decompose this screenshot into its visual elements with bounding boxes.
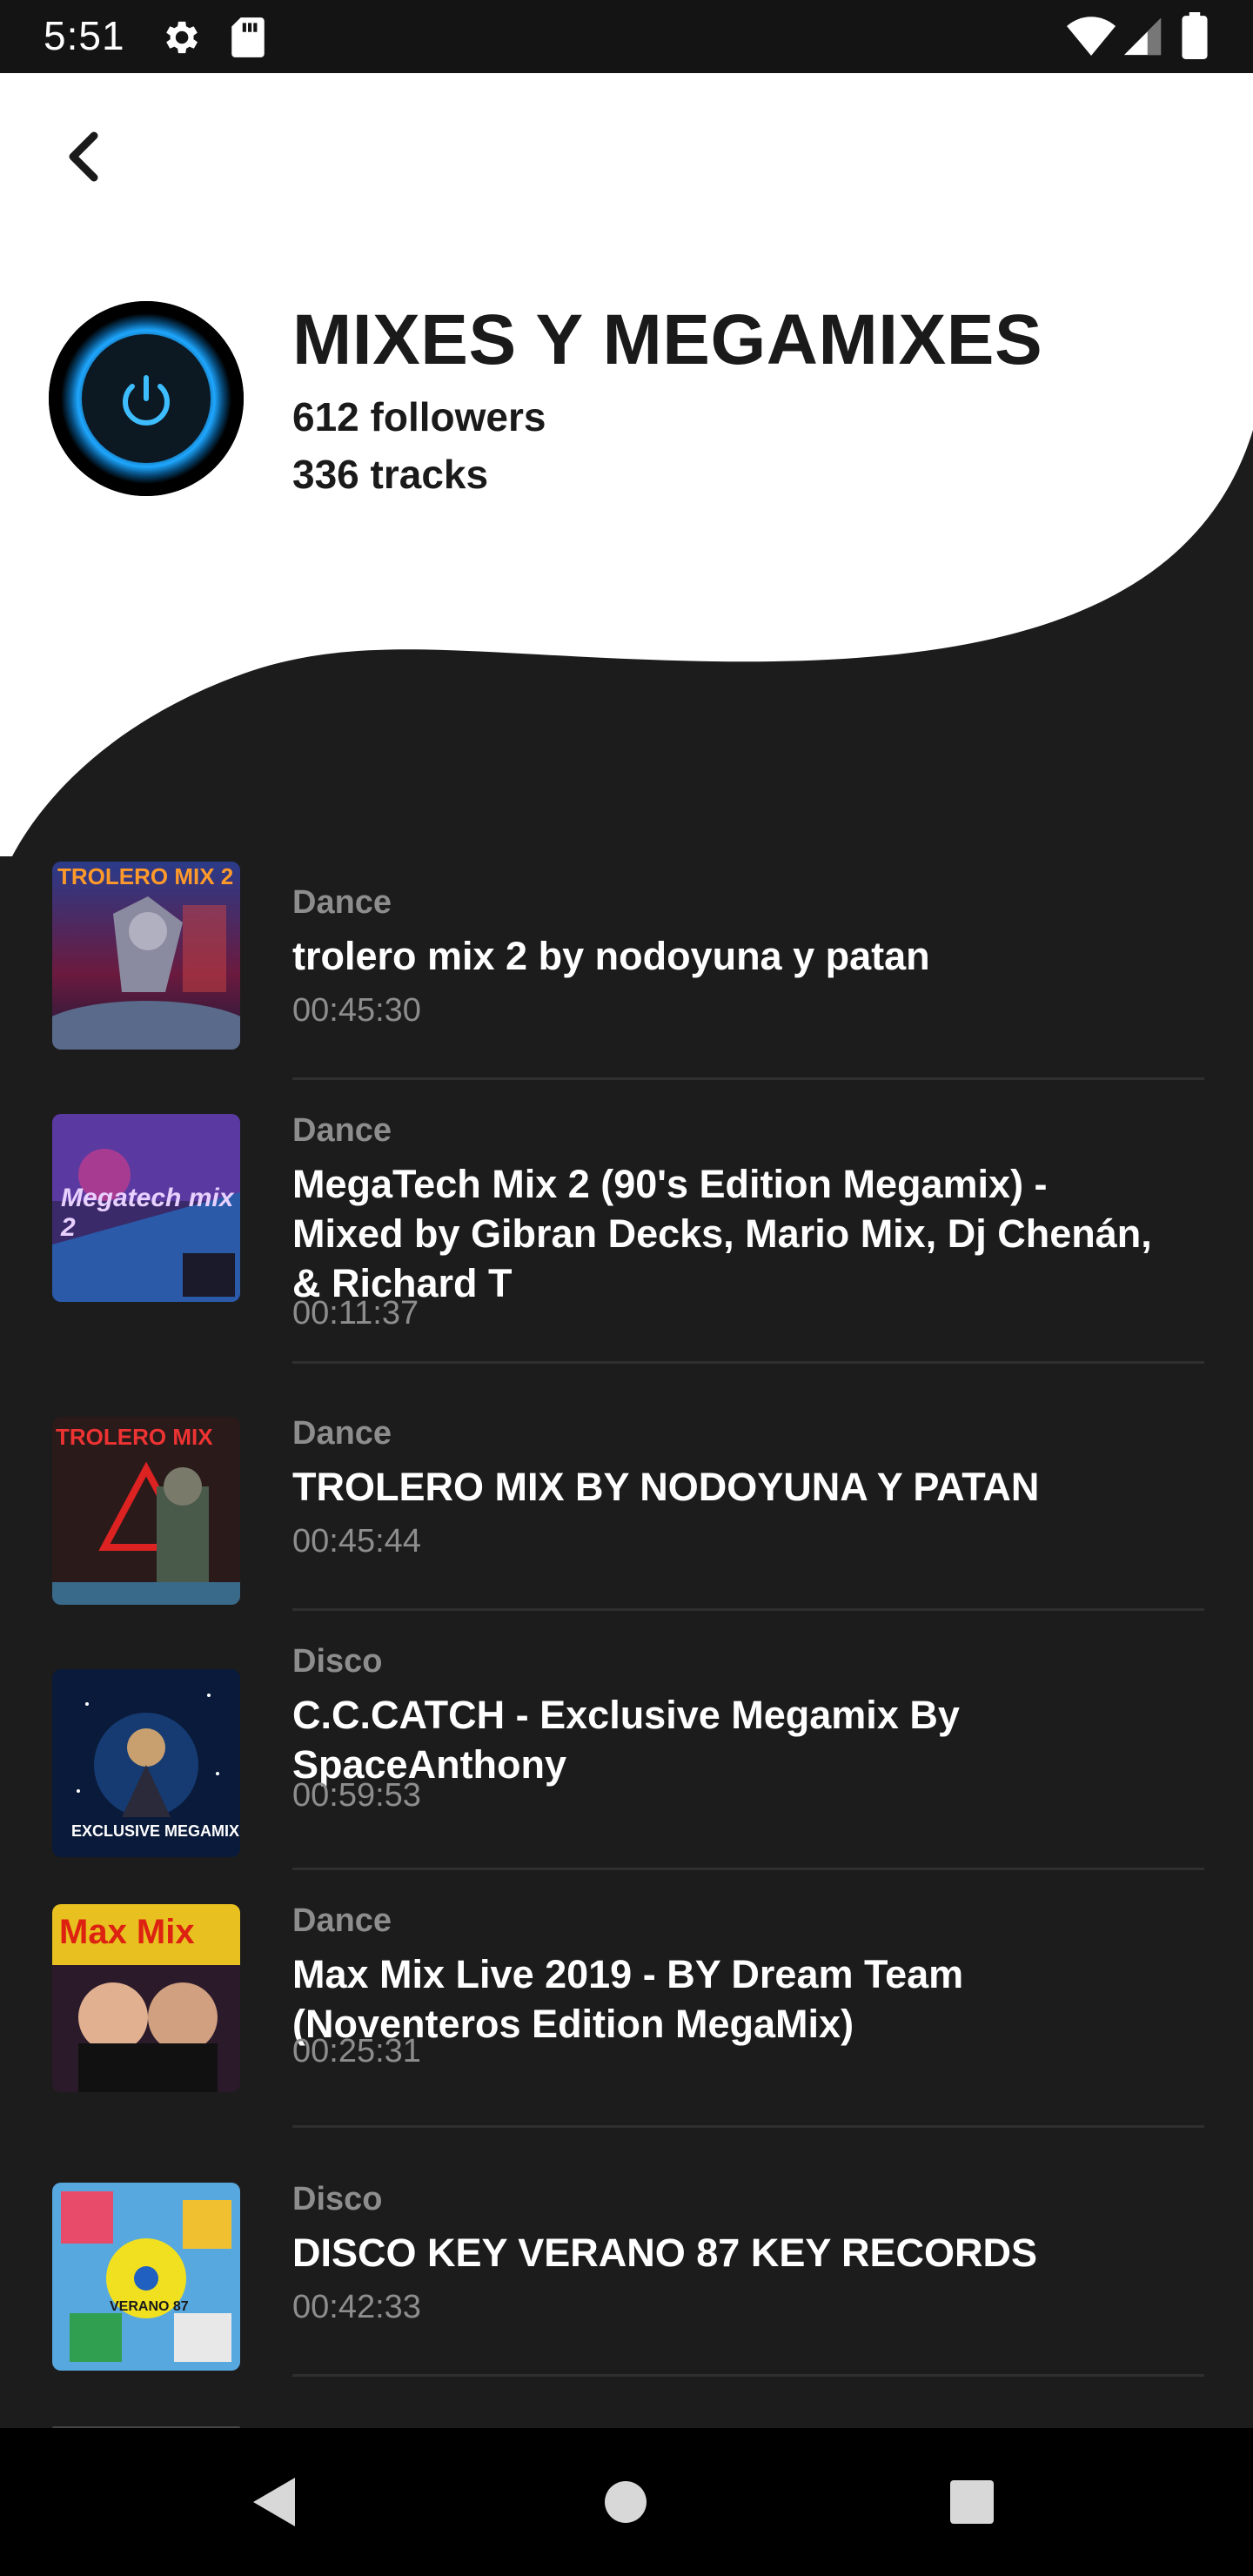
track-duration: 00:45:30 — [292, 992, 421, 1029]
power-button-icon — [49, 301, 244, 496]
track-title: MegaTech Mix 2 (90's Edition Megamix) - … — [292, 1162, 1152, 1305]
track-title: trolero mix 2 by nodoyuna y patan — [292, 934, 930, 978]
thumb-text: Max Mix — [59, 1913, 195, 1951]
track-thumbnail: Megatech mix 2 — [52, 1114, 240, 1302]
track-title: DISCO KEY VERANO 87 KEY RECORDS — [292, 2231, 1038, 2275]
list-item[interactable]: EXCLUSIVE MEGAMIX Disco C.C.CATCH - Excl… — [0, 1610, 1253, 1870]
nav-home-button[interactable] — [586, 2463, 665, 2541]
settings-gear-icon — [158, 16, 202, 64]
track-genre: Disco — [292, 1643, 383, 1680]
wifi-icon — [1067, 16, 1116, 62]
track-title: TROLERO MIX BY NODOYUNA Y PATAN — [292, 1465, 1040, 1509]
thumb-text: TROLERO MIX — [56, 1424, 213, 1450]
tracks-count: 336 tracks — [292, 452, 489, 497]
track-thumbnail: Max Mix — [52, 1904, 240, 2092]
list-item[interactable]: Megatech mix 2 Dance MegaTech Mix 2 (90'… — [0, 1081, 1253, 1387]
track-genre: Dance — [292, 884, 392, 921]
track-duration: 00:45:44 — [292, 1523, 421, 1560]
track-duration: 00:42:33 — [292, 2289, 421, 2325]
back-button[interactable] — [49, 122, 118, 191]
thumb-text: Megatech mix 2 — [61, 1184, 234, 1242]
track-thumbnail: TROLERO MIX 2 — [52, 862, 240, 1050]
track-genre: Disco — [292, 2181, 383, 2217]
battery-icon — [1182, 12, 1208, 64]
track-duration: 00:11:37 — [292, 1295, 419, 1332]
track-thumbnail: EXCLUSIVE MEGAMIX — [52, 1669, 240, 1857]
divider — [292, 2374, 1204, 2377]
circle-home-icon — [605, 2481, 647, 2523]
divider — [292, 1077, 1204, 1080]
track-title: C.C.CATCH - Exclusive Megamix By SpaceAn… — [292, 1693, 960, 1787]
screen: 5:51 MIXES Y MEGAMIXES 612 followers 336… — [0, 0, 1253, 2576]
list-item[interactable]: TROLERO MIX Dance TROLERO MIX BY NODOYUN… — [0, 1363, 1253, 1611]
followers-count: 612 followers — [292, 394, 546, 439]
status-bar: 5:51 — [0, 0, 1253, 73]
navigation-bar — [0, 2428, 1253, 2576]
list-item[interactable]: Max Mix Dance Max Mix Live 2019 - BY Dre… — [0, 1869, 1253, 2128]
thumb-text: TROLERO MIX 2 — [57, 863, 234, 889]
track-genre: Dance — [292, 1902, 392, 1939]
list-item[interactable]: TROLERO MIX 2 Dance trolero mix 2 by nod… — [0, 844, 1253, 1080]
track-thumbnail: TROLERO MIX — [52, 1417, 240, 1605]
playlist-avatar — [49, 301, 244, 496]
track-title: Max Mix Live 2019 - BY Dream Team (Noven… — [292, 1952, 964, 2046]
nav-back-button[interactable] — [235, 2463, 313, 2541]
track-genre: Dance — [292, 1112, 392, 1149]
playlist-title: MIXES Y MEGAMIXES — [292, 300, 1043, 379]
track-genre: Dance — [292, 1415, 392, 1452]
chevron-left-icon — [69, 131, 98, 182]
track-thumbnail: VERANO 87 — [52, 2183, 240, 2371]
signal-icon — [1122, 16, 1163, 62]
thumb-text: EXCLUSIVE MEGAMIX — [71, 1822, 240, 1840]
status-time: 5:51 — [44, 13, 125, 58]
thumb-text: VERANO 87 — [110, 2299, 189, 2314]
list-item[interactable]: VERANO 87 Disco DISCO KEY VERANO 87 KEY … — [0, 2127, 1253, 2377]
triangle-back-icon — [253, 2478, 295, 2526]
track-duration: 00:59:53 — [292, 1777, 421, 1814]
square-recents-icon — [950, 2480, 994, 2524]
sd-card-icon — [228, 16, 268, 64]
track-duration: 00:25:31 — [292, 2033, 421, 2070]
nav-recents-button[interactable] — [933, 2463, 1011, 2541]
